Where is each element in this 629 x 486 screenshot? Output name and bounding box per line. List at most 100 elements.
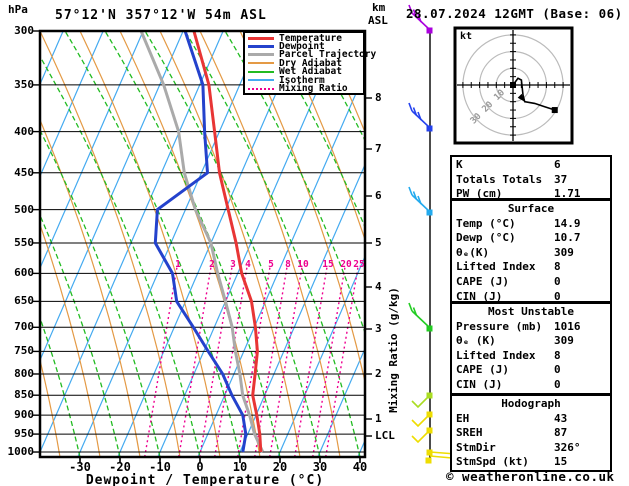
- pressure-tick-label: 550: [14, 236, 34, 249]
- km-tick-label: 5: [375, 236, 382, 249]
- table-row-value: 6: [554, 158, 561, 171]
- table-row-label: Lifted Index: [456, 348, 536, 362]
- table-row-label: StmSpd (kt): [456, 455, 529, 469]
- wind-barb-icon: [408, 102, 433, 132]
- pressure-tick-label: 400: [14, 125, 34, 138]
- table-row: K6: [456, 158, 606, 173]
- pressure-tick-label: 600: [14, 266, 34, 279]
- stats-table: K 6 Totals Totals 37 PW (cm) 1.71: [450, 155, 612, 200]
- legend-swatch-temperature: [248, 36, 274, 40]
- table-row: Temp (°C) 14.9: [456, 217, 606, 232]
- temp-tick-label: -10: [149, 460, 171, 474]
- table-row: θₑ (K) 309: [456, 334, 606, 349]
- run-date-label: 28.07.2024 12GMT (Base: 06): [406, 6, 623, 21]
- table-row: EH 43: [456, 412, 606, 427]
- table-row: CAPE (J) 0: [456, 363, 606, 378]
- temp-tick-label: 30: [312, 460, 328, 474]
- table-section-title: Hodograph: [501, 397, 561, 410]
- copyright-label: © weatheronline.co.uk: [446, 469, 615, 484]
- legend-swatch-parcel-trajectory: [248, 53, 274, 57]
- table-section-title: Surface: [507, 202, 555, 215]
- table-row: StmDir 326°: [456, 441, 606, 456]
- km-tick-label: 1: [375, 412, 382, 425]
- table-row-value: 0: [554, 377, 561, 391]
- table-row-value: 0: [554, 363, 561, 377]
- legend-swatch-isotherm: [248, 79, 274, 82]
- table-row: Lifted Index 8: [456, 349, 606, 364]
- table-row-value: 326°: [554, 440, 581, 454]
- legend-box: Temperature Dewpoint Parcel Trajectory Dry …: [243, 31, 376, 95]
- hodograph-unit-label: kt: [460, 31, 473, 42]
- mixing-ratio-value-label: 5: [268, 259, 274, 270]
- skewt-sounding-app: 10 20 30 hPa 57°12'N 357°12'W 54m ASL km A…: [0, 0, 629, 486]
- legend-swatch-mixing-ratio: [248, 87, 274, 90]
- hodograph: 102030: [453, 26, 574, 145]
- legend-swatch-wet-adiabat: [248, 70, 274, 73]
- table-row: CAPE (J) 0: [456, 275, 606, 290]
- table-row-label: SREH: [456, 426, 483, 440]
- mixing-ratio-value-label: 8: [285, 259, 291, 270]
- table-row: StmSpd (kt) 15: [456, 455, 606, 470]
- surface-table: Surface Temp (°C) 14.9 Dewp (°C) 10.7 θₑ(K) 30…: [450, 199, 612, 303]
- wind-barb-icon: [408, 302, 433, 332]
- pressure-tick-label: 950: [14, 427, 34, 440]
- wind-barb-icon: [411, 411, 433, 428]
- table-row-value: 0: [554, 289, 561, 303]
- mixing-ratio-value-label: 3: [230, 259, 236, 270]
- table-row-label: EH: [456, 411, 470, 425]
- pressure-tick-label: 700: [14, 320, 34, 333]
- x-axis-title: Dewpoint / Temperature (°C): [85, 473, 325, 486]
- pressure-tick-label: 750: [14, 344, 34, 357]
- mixing-ratio-value-label: 10: [297, 259, 309, 270]
- mixing-ratio-value-label: 25: [353, 259, 365, 270]
- alt-unit-asl-label: ASL: [368, 14, 388, 27]
- mixing-ratio-value-label: 1: [175, 259, 181, 270]
- mixing-ratio-value-label: 15: [322, 259, 334, 270]
- table-row-value: 10.7: [554, 231, 581, 245]
- wind-barb-icon: [411, 427, 433, 444]
- km-tick-label: 4: [375, 280, 382, 293]
- table-row: CIN (J) 0: [456, 378, 606, 393]
- most-unstable-table: Most Unstable Pressure (mb) 1016 θₑ (K) 309 L…: [450, 302, 612, 395]
- table-row: Lifted Index 8: [456, 260, 606, 275]
- temp-tick-label: 10: [232, 460, 248, 474]
- table-row-label: K: [456, 158, 463, 171]
- legend-label: Mixing Ratio: [279, 83, 348, 95]
- table-row-label: CAPE (J): [456, 274, 509, 288]
- pressure-tick-label: 800: [14, 367, 34, 380]
- table-row-value: 309: [554, 245, 574, 259]
- table-row: θₑ(K) 309: [456, 246, 606, 261]
- pressure-tick-label: 850: [14, 388, 34, 401]
- table-row-label: StmDir: [456, 440, 496, 454]
- table-row-label: θₑ(K): [456, 245, 490, 259]
- table-row-label: Pressure (mb): [456, 319, 543, 333]
- table-row: Dewp (°C) 10.7: [456, 231, 606, 246]
- table-row-label: CIN (J): [456, 289, 503, 303]
- temp-tick-label: 20: [272, 460, 288, 474]
- alt-unit-km-label: km: [372, 1, 386, 14]
- table-row-label: Totals Totals: [456, 172, 543, 186]
- table-row-value: 37: [554, 172, 568, 186]
- table-row-label: Lifted Index: [456, 260, 536, 274]
- pressure-tick-label: 900: [14, 408, 34, 421]
- table-row-label: CIN (J): [456, 377, 503, 391]
- table-row-value: 14.9: [554, 216, 581, 230]
- table-row-value: 1016: [554, 319, 581, 333]
- pressure-tick-label: 1000: [7, 445, 35, 458]
- pressure-tick-label: 300: [14, 24, 34, 37]
- km-tick-label: 6: [375, 189, 382, 202]
- table-row-label: Dewp (°C): [456, 231, 516, 245]
- table-row-label: θₑ (K): [456, 334, 496, 348]
- km-tick-label: 3: [375, 322, 382, 335]
- km-tick-label: 7: [375, 142, 382, 155]
- table-row-value: 87: [554, 426, 568, 440]
- temp-tick-label: 0: [196, 460, 204, 474]
- table-row-value: 0: [554, 274, 561, 288]
- legend-row: Mixing Ratio: [248, 83, 363, 95]
- pressure-tick-label: 450: [14, 166, 34, 179]
- wind-barb-icon: [408, 186, 433, 216]
- mixing-axis-title: Mixing Ratio (g/kg): [387, 287, 400, 413]
- page-title: 57°12'N 357°12'W 54m ASL: [55, 8, 267, 23]
- table-row-value: 8: [554, 260, 561, 274]
- temp-tick-label: -20: [109, 460, 131, 474]
